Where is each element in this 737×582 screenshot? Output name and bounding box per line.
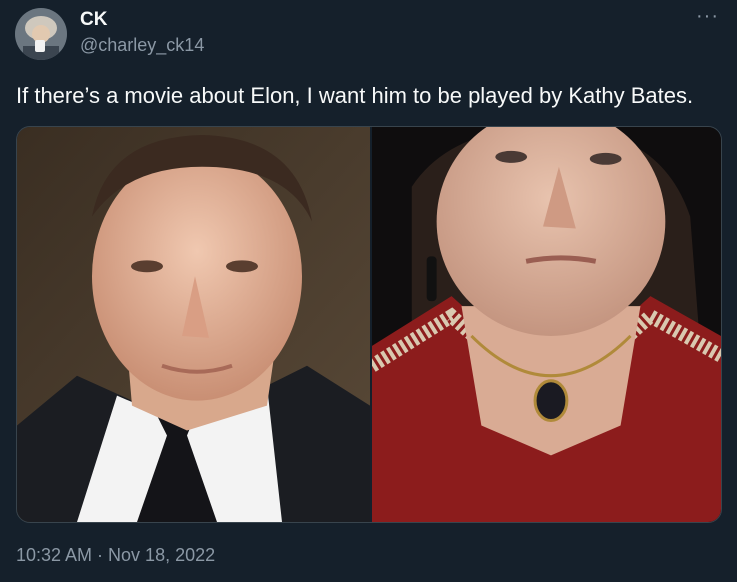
author-handle[interactable]: @charley_ck14 xyxy=(80,35,204,56)
avatar[interactable] xyxy=(15,8,67,60)
tweet-timestamp[interactable]: 10:32 AM · Nov 18, 2022 xyxy=(16,545,215,566)
author-name[interactable]: CK xyxy=(80,9,107,31)
avatar-image xyxy=(15,8,67,60)
photo-kathy-bates[interactable] xyxy=(372,127,721,522)
more-dots-icon[interactable]: ··· xyxy=(696,6,719,26)
tweet-card: CK @charley_ck14 ··· If there’s a movie … xyxy=(0,0,737,582)
photo-elon-musk[interactable] xyxy=(17,127,370,522)
photo-left-image xyxy=(17,127,370,522)
tweet-text: If there’s a movie about Elon, I want hi… xyxy=(16,83,694,108)
photo-right-image xyxy=(372,127,721,522)
tweet-media[interactable] xyxy=(16,126,722,523)
